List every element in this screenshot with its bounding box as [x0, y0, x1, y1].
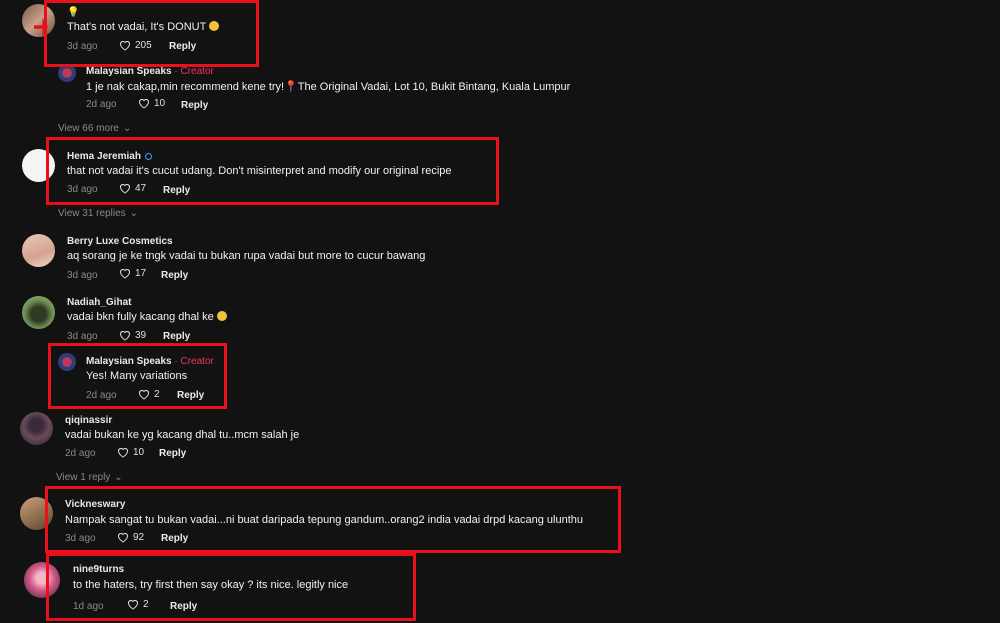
comment-username[interactable]: Nadiah_Gihat — [67, 297, 131, 308]
like-count: 10 — [154, 98, 166, 109]
comment-time: 3d ago — [67, 331, 98, 342]
chevron-down-icon: ⌄ — [114, 472, 123, 483]
creator-badge: · Creator — [174, 66, 214, 77]
view-more-replies[interactable]: View 1 reply ⌄ — [56, 472, 123, 483]
highlight-box — [46, 553, 416, 621]
comment-text: 1 je nak cakap,min recommend kene try!📍T… — [86, 81, 571, 93]
comment-username[interactable]: Malaysian Speaks · Creator — [86, 66, 214, 77]
highlight-box — [45, 486, 621, 553]
thinking-face-emoji — [216, 311, 227, 321]
like-count: 39 — [135, 330, 147, 341]
like-button[interactable]: 39 — [119, 330, 146, 341]
highlight-box — [46, 137, 499, 205]
comment-time: 2d ago — [86, 99, 117, 110]
comment-username[interactable]: Berry Luxe Cosmetics — [67, 236, 173, 247]
comment-time: 2d ago — [65, 448, 96, 459]
comment-username[interactable]: qiqinassir — [65, 415, 112, 426]
highlight-box — [44, 0, 259, 67]
reply-button[interactable]: Reply — [161, 270, 188, 281]
comment-text: vadai bukan ke yg kacang dhal tu..mcm sa… — [65, 429, 300, 441]
heart-icon — [138, 99, 150, 109]
view-more-replies[interactable]: View 66 more ⌄ — [58, 123, 131, 134]
highlight-box — [48, 343, 227, 409]
comment-text: aq sorang je ke tngk vadai tu bukan rupa… — [67, 250, 426, 262]
like-count: 10 — [133, 447, 145, 458]
avatar[interactable] — [20, 412, 53, 445]
heart-icon — [119, 269, 131, 279]
reply-button[interactable]: Reply — [159, 448, 186, 459]
reply-button[interactable]: Reply — [163, 331, 190, 342]
comment-time: 3d ago — [67, 270, 98, 281]
avatar[interactable] — [22, 234, 55, 267]
like-button[interactable]: 17 — [119, 268, 146, 279]
like-button[interactable]: 10 — [117, 447, 144, 458]
heart-icon — [119, 331, 131, 341]
reply-button[interactable]: Reply — [181, 100, 208, 111]
view-more-replies[interactable]: View 31 replies ⌄ — [58, 208, 138, 219]
comment-text: vadai bkn fully kacang dhal ke — [67, 311, 227, 323]
chevron-down-icon: ⌄ — [122, 123, 132, 134]
like-button[interactable]: 10 — [138, 98, 165, 109]
like-count: 17 — [135, 268, 147, 279]
heart-icon — [117, 448, 129, 458]
avatar[interactable] — [22, 296, 55, 329]
chevron-down-icon: ⌄ — [129, 208, 139, 219]
